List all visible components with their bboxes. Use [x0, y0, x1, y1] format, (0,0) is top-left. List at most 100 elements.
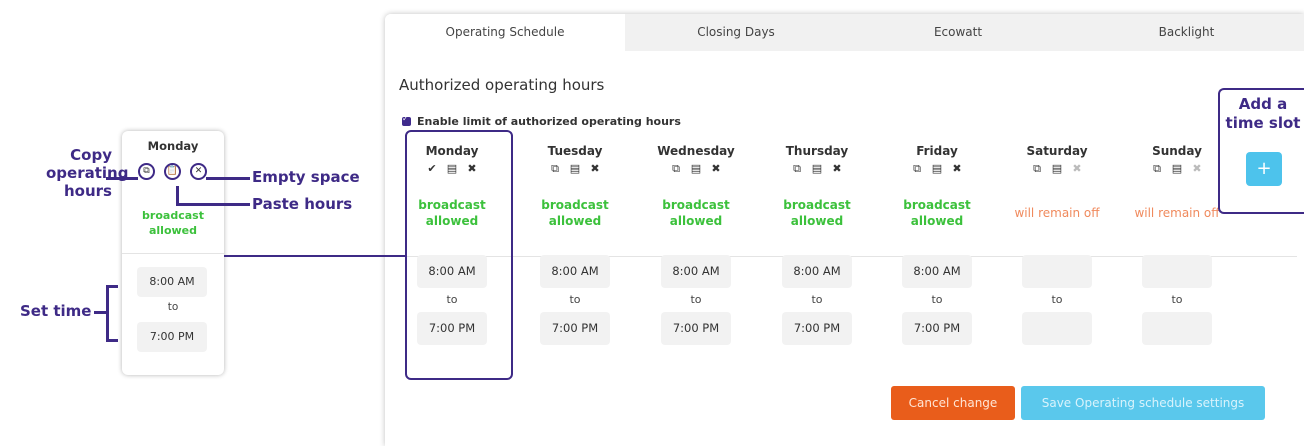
copy-icon[interactable]: ⧉: [907, 162, 927, 176]
broadcast-status: will remain off: [1002, 196, 1112, 230]
day-actions: ⧉ ▤ ✖: [520, 162, 630, 184]
mini-status: broadcast allowed: [142, 209, 204, 237]
paste-icon[interactable]: ▤: [927, 162, 947, 175]
tab-operating-schedule[interactable]: Operating Schedule: [385, 14, 625, 51]
end-time-input[interactable]: 7:00 PM: [902, 312, 972, 345]
empty-space-callout: Empty space: [252, 168, 360, 186]
day-actions: ⧉ ▤ ✖: [882, 162, 992, 184]
start-time-input[interactable]: [1142, 255, 1212, 288]
broadcast-status: broadcast allowed: [641, 196, 751, 230]
paste-hours-callout: Paste hours: [252, 195, 353, 213]
broadcast-status-text: will remain off: [1134, 206, 1220, 220]
set-time-bracket: [106, 285, 109, 341]
monday-card-zoom: Monday ⧉ 📋 ✕ broadcast allowed 8:00 AM t…: [122, 131, 224, 375]
day-column-friday: Friday ⧉ ▤ ✖ broadcast allowed 8:00 AM to 7:00 …: [882, 144, 992, 345]
day-actions: ⧉ ▤ ✖: [1002, 162, 1112, 184]
broadcast-status-text: will remain off: [1014, 206, 1100, 220]
mini-to-label: to: [167, 301, 179, 313]
close-icon[interactable]: ✖: [827, 162, 847, 175]
copy-callout-text: Copy operating hours: [46, 146, 129, 200]
paste-icon[interactable]: ▤: [565, 162, 585, 175]
save-schedule-button[interactable]: Save Operating schedule settings: [1021, 386, 1265, 420]
mini-day-name: Monday: [147, 139, 199, 153]
day-column-saturday: Saturday ⧉ ▤ ✖ will remain off to: [1002, 144, 1112, 345]
set-time-bracket-bottom: [106, 339, 118, 342]
paste-connector-h: [176, 203, 250, 206]
broadcast-status-text: broadcast allowed: [662, 198, 730, 228]
copy-icon[interactable]: ⧉: [545, 162, 565, 176]
to-label: to: [1171, 293, 1183, 306]
close-icon[interactable]: ✖: [706, 162, 726, 175]
paste-icon[interactable]: ▤: [686, 162, 706, 175]
enable-limit-label: Enable limit of authorized operating hou…: [417, 115, 681, 128]
start-time-input[interactable]: 8:00 AM: [782, 255, 852, 288]
paste-icon[interactable]: 📋: [164, 163, 181, 180]
start-time-input[interactable]: 8:00 AM: [661, 255, 731, 288]
close-icon[interactable]: ✖: [585, 162, 605, 175]
to-label: to: [569, 293, 581, 306]
cancel-change-button[interactable]: Cancel change: [891, 386, 1015, 420]
set-time-callout: Set time: [20, 302, 92, 320]
monday-highlight: [405, 130, 513, 380]
broadcast-status: broadcast allowed: [882, 196, 992, 230]
section-title: Authorized operating hours: [399, 76, 605, 94]
to-label: to: [1051, 293, 1063, 306]
close-icon[interactable]: ✖: [1067, 162, 1087, 175]
operating-schedule-panel: Operating Schedule Closing Days Ecowatt …: [385, 14, 1304, 446]
end-time-input[interactable]: [1022, 312, 1092, 345]
add-slot-callout: Add a time slot: [1225, 95, 1301, 132]
copy-icon[interactable]: ⧉: [787, 162, 807, 176]
mini-end-time[interactable]: 7:00 PM: [137, 322, 207, 352]
day-name: Thursday: [785, 144, 849, 158]
day-actions: ⧉ ▤ ✖: [762, 162, 872, 184]
to-label: to: [811, 293, 823, 306]
day-column-wednesday: Wednesday ⧉ ▤ ✖ broadcast allowed 8:00 AM to 7:…: [641, 144, 751, 345]
mini-start-time[interactable]: 8:00 AM: [137, 267, 207, 297]
day-column-tuesday: Tuesday ⧉ ▤ ✖ broadcast allowed 8:00 AM to 7:00…: [520, 144, 630, 345]
paste-icon[interactable]: ▤: [1167, 162, 1187, 175]
tab-ecowatt[interactable]: Ecowatt: [847, 14, 1069, 51]
add-time-slot-button[interactable]: +: [1246, 152, 1282, 186]
start-time-input[interactable]: [1022, 255, 1092, 288]
close-icon[interactable]: ✖: [947, 162, 967, 175]
mini-divider: [122, 253, 224, 254]
end-time-input[interactable]: 7:00 PM: [661, 312, 731, 345]
start-time-input[interactable]: 8:00 AM: [902, 255, 972, 288]
empty-connector: [206, 177, 250, 180]
close-icon[interactable]: ✖: [1187, 162, 1207, 175]
broadcast-status: will remain off: [1122, 196, 1232, 230]
end-time-input[interactable]: [1142, 312, 1212, 345]
copy-callout: Copy operating hours: [46, 146, 129, 200]
broadcast-status-text: broadcast allowed: [541, 198, 609, 228]
copy-icon[interactable]: ⧉: [666, 162, 686, 176]
day-name: Wednesday: [657, 144, 735, 158]
paste-icon[interactable]: ▤: [1047, 162, 1067, 175]
close-icon[interactable]: ✕: [190, 163, 207, 180]
day-name: Friday: [916, 144, 958, 158]
to-label: to: [931, 293, 943, 306]
day-name: Tuesday: [547, 144, 603, 158]
broadcast-status: broadcast allowed: [762, 196, 872, 230]
day-actions: ⧉ ▤ ✖: [641, 162, 751, 184]
day-column-sunday: Sunday ⧉ ▤ ✖ will remain off to: [1122, 144, 1232, 345]
tab-closing-days[interactable]: Closing Days: [625, 14, 847, 51]
set-time-bracket-top: [106, 285, 118, 288]
start-time-input[interactable]: 8:00 AM: [540, 255, 610, 288]
day-actions: ⧉ ▤ ✖: [1122, 162, 1232, 184]
day-name: Sunday: [1152, 144, 1202, 158]
end-time-input[interactable]: 7:00 PM: [540, 312, 610, 345]
tab-backlight[interactable]: Backlight: [1069, 14, 1304, 51]
day-name: Saturday: [1026, 144, 1088, 158]
enable-limit-row[interactable]: Enable limit of authorized operating hou…: [402, 114, 681, 128]
end-time-input[interactable]: 7:00 PM: [782, 312, 852, 345]
enable-limit-checkbox[interactable]: [402, 114, 411, 126]
copy-icon[interactable]: ⧉: [1027, 162, 1047, 176]
copy-icon[interactable]: ⧉: [1147, 162, 1167, 176]
paste-connector-v: [176, 186, 179, 204]
copy-icon[interactable]: ⧉: [138, 163, 155, 180]
to-label: to: [690, 293, 702, 306]
broadcast-status-text: broadcast allowed: [783, 198, 851, 228]
day-column-thursday: Thursday ⧉ ▤ ✖ broadcast allowed 8:00 AM to 7:0…: [762, 144, 872, 345]
paste-icon[interactable]: ▤: [807, 162, 827, 175]
broadcast-status: broadcast allowed: [520, 196, 630, 230]
